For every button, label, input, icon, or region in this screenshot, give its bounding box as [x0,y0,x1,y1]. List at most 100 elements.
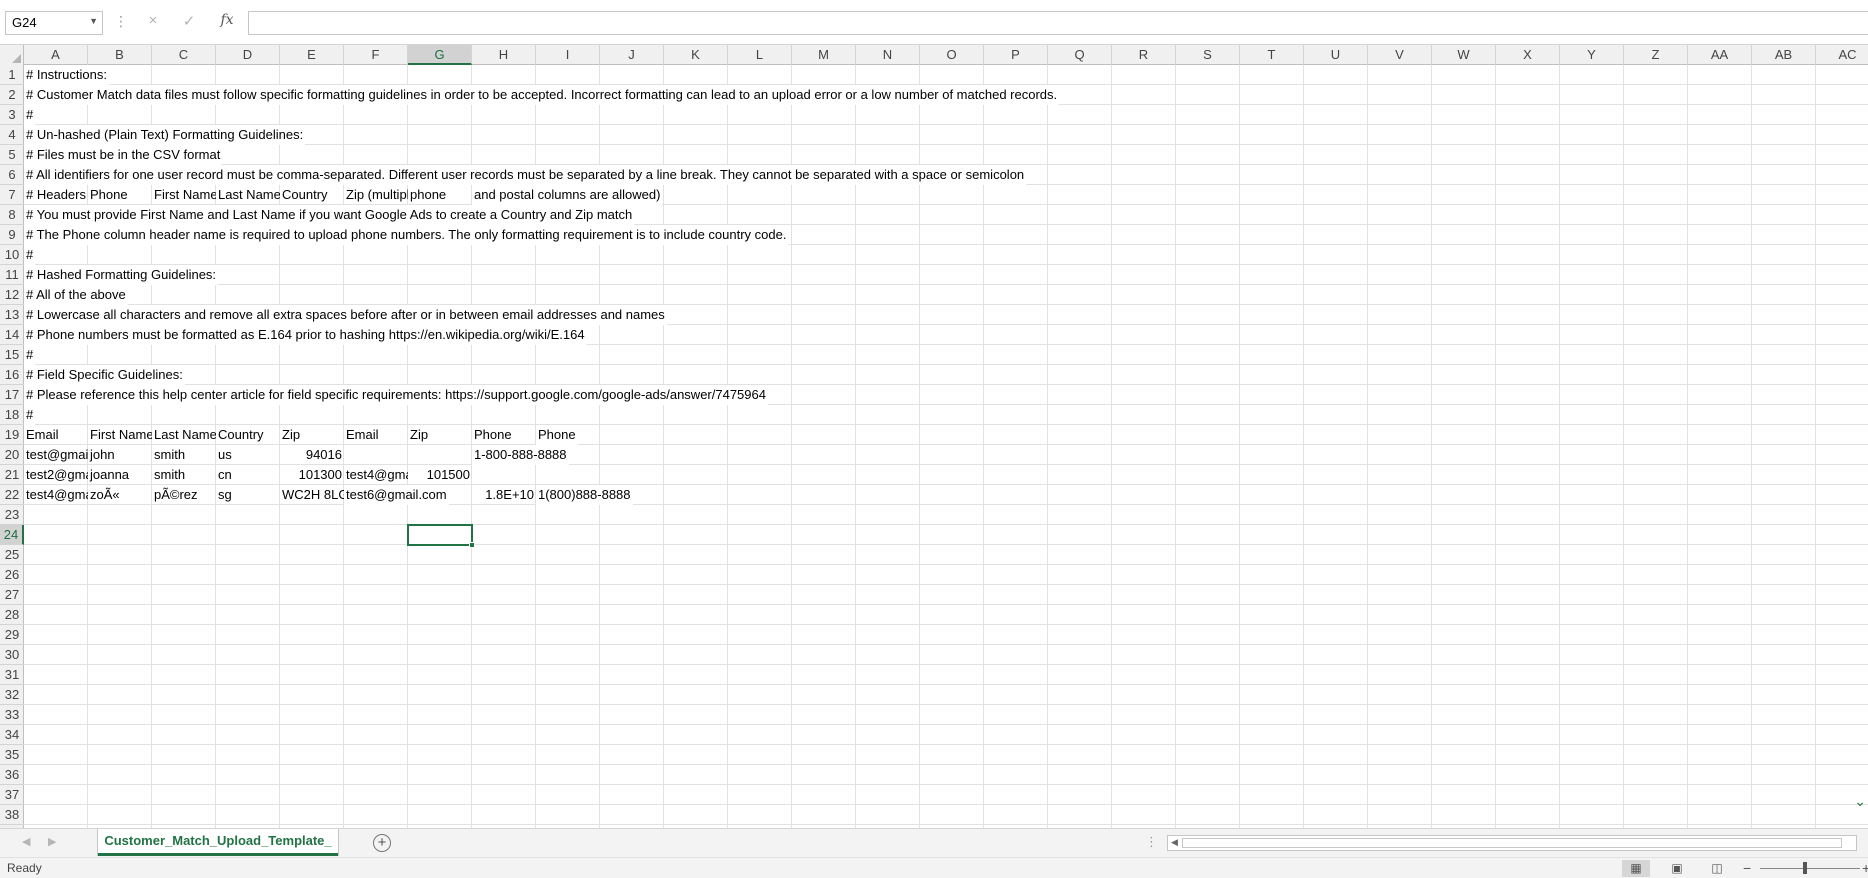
cell-a14[interactable]: # Phone numbers must be formatted as E.1… [24,325,587,345]
row-header-1[interactable]: 1 [0,65,24,85]
cell-a6[interactable]: # All identifiers for one user record mu… [24,165,1027,185]
cell-b19[interactable]: First Name [88,425,152,445]
column-header-o[interactable]: O [920,45,984,65]
active-cell-selection[interactable] [407,524,475,548]
column-header-r[interactable]: R [1112,45,1176,65]
row-header-20[interactable]: 20 [0,445,24,465]
row-header-25[interactable]: 25 [0,545,24,565]
column-header-g[interactable]: G [408,45,472,65]
cell-g19[interactable]: Zip [408,425,472,445]
row-header-34[interactable]: 34 [0,725,24,745]
row-header-15[interactable]: 15 [0,345,24,365]
row-header-38[interactable]: 38 [0,805,24,825]
cell-i19[interactable]: Phone [536,425,578,445]
row-header-17[interactable]: 17 [0,385,24,405]
row-header-36[interactable]: 36 [0,765,24,785]
cell-a13[interactable]: # Lowercase all characters and remove al… [24,305,667,325]
formula-input[interactable] [248,11,1868,35]
cell-f21[interactable]: test4@gmail.com [344,465,408,485]
cell-a17[interactable]: # Please reference this help center arti… [24,385,768,405]
row-header-12[interactable]: 12 [0,285,24,305]
cell-e22[interactable]: WC2H 8LG [280,485,344,505]
zoom-in-icon[interactable]: + [1862,860,1868,876]
cell-a8[interactable]: # You must provide First Name and Last N… [24,205,635,225]
column-header-d[interactable]: D [216,45,280,65]
tab-splitter-icon[interactable]: ⋮ [1145,834,1158,850]
cell-e21[interactable]: 101300 [280,465,344,485]
column-header-v[interactable]: V [1368,45,1432,65]
cell-a22[interactable]: test4@gmail.com [24,485,88,505]
cell-area[interactable]: # Instructions: # Customer Match data fil… [24,65,1868,828]
cell-a9[interactable]: # The Phone column header name is requir… [24,225,789,245]
cell-c22[interactable]: pÃ©rez [152,485,216,505]
column-header-i[interactable]: I [536,45,600,65]
cell-g7[interactable]: phone [408,185,472,205]
column-header-j[interactable]: J [600,45,664,65]
cell-f7[interactable]: Zip (multiple [344,185,408,205]
cell-g21[interactable]: 101500 [408,465,472,485]
row-header-19[interactable]: 19 [0,425,24,445]
cell-a10[interactable]: # [24,245,36,265]
cell-f19[interactable]: Email [344,425,408,445]
column-header-ab[interactable]: AB [1752,45,1816,65]
row-header-6[interactable]: 6 [0,165,24,185]
cell-b21[interactable]: joanna [88,465,152,485]
cell-d21[interactable]: cn [216,465,280,485]
column-header-c[interactable]: C [152,45,216,65]
row-header-10[interactable]: 10 [0,245,24,265]
zoom-slider[interactable] [1760,868,1860,869]
normal-view-icon[interactable]: ▦ [1622,860,1650,877]
insert-function-icon[interactable]: fx [210,12,244,34]
page-break-view-icon[interactable]: ◫ [1703,860,1731,877]
cell-a15[interactable]: # [24,345,36,365]
cell-b7[interactable]: Phone [88,185,152,205]
more-options-icon[interactable]: ⋮ [114,13,128,30]
row-header-5[interactable]: 5 [0,145,24,165]
column-header-s[interactable]: S [1176,45,1240,65]
column-header-m[interactable]: M [792,45,856,65]
chevron-down-icon[interactable]: ▼ [89,16,98,26]
cancel-icon[interactable]: × [136,12,170,34]
column-header-b[interactable]: B [88,45,152,65]
zoom-out-icon[interactable]: − [1743,860,1751,876]
cell-b20[interactable]: john [88,445,152,465]
row-header-13[interactable]: 13 [0,305,24,325]
column-header-y[interactable]: Y [1560,45,1624,65]
column-header-l[interactable]: L [728,45,792,65]
column-header-a[interactable]: A [24,45,88,65]
previous-sheet-icon[interactable]: ◀ [22,835,30,848]
row-header-28[interactable]: 28 [0,605,24,625]
cell-d7[interactable]: Last Name [216,185,280,205]
cell-d22[interactable]: sg [216,485,280,505]
column-header-w[interactable]: W [1432,45,1496,65]
row-header-27[interactable]: 27 [0,585,24,605]
row-header-9[interactable]: 9 [0,225,24,245]
column-header-aa[interactable]: AA [1688,45,1752,65]
enter-icon[interactable]: ✓ [172,12,206,34]
column-header-h[interactable]: H [472,45,536,65]
cell-d20[interactable]: us [216,445,280,465]
cell-a2[interactable]: # Customer Match data files must follow … [24,85,1060,105]
row-header-7[interactable]: 7 [0,185,24,205]
row-header-24[interactable]: 24 [0,525,24,545]
cell-e20[interactable]: 94016 [280,445,344,465]
add-sheet-icon[interactable]: + [373,834,391,852]
row-header-18[interactable]: 18 [0,405,24,425]
sheet-tab[interactable]: Customer_Match_Upload_Template_ [98,829,338,856]
row-header-16[interactable]: 16 [0,365,24,385]
zoom-slider-thumb[interactable] [1803,862,1807,874]
column-header-ac[interactable]: AC [1816,45,1868,65]
fill-handle[interactable] [469,542,475,548]
column-header-p[interactable]: P [984,45,1048,65]
column-header-q[interactable]: Q [1048,45,1112,65]
cell-a3[interactable]: # [24,105,36,125]
cell-c19[interactable]: Last Name [152,425,216,445]
cell-a7[interactable]: # Headers [24,185,88,205]
cell-i22[interactable]: 1(800)888-8888 [536,485,633,505]
cell-a21[interactable]: test2@gmail.com [24,465,88,485]
cell-a20[interactable]: test@gmail.com [24,445,88,465]
row-header-23[interactable]: 23 [0,505,24,525]
row-header-32[interactable]: 32 [0,685,24,705]
row-header-22[interactable]: 22 [0,485,24,505]
name-box[interactable]: G24 ▼ [5,11,103,35]
